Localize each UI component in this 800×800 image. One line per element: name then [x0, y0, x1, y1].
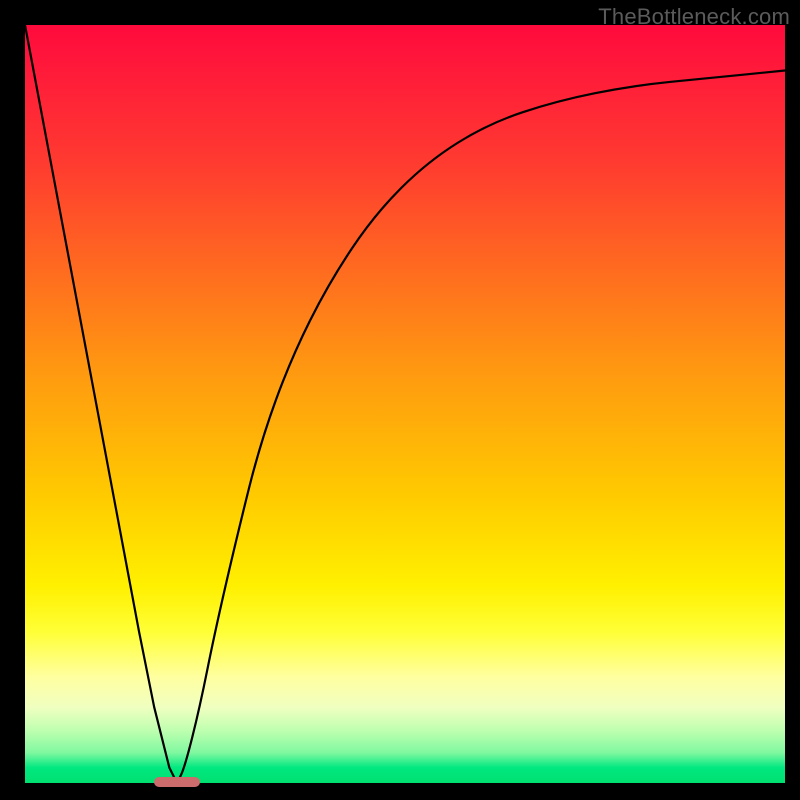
bottleneck-curve — [25, 25, 785, 783]
plot-area — [25, 25, 785, 783]
optimum-marker — [154, 777, 200, 786]
watermark-text: TheBottleneck.com — [598, 4, 790, 30]
chart-frame: TheBottleneck.com — [0, 0, 800, 800]
